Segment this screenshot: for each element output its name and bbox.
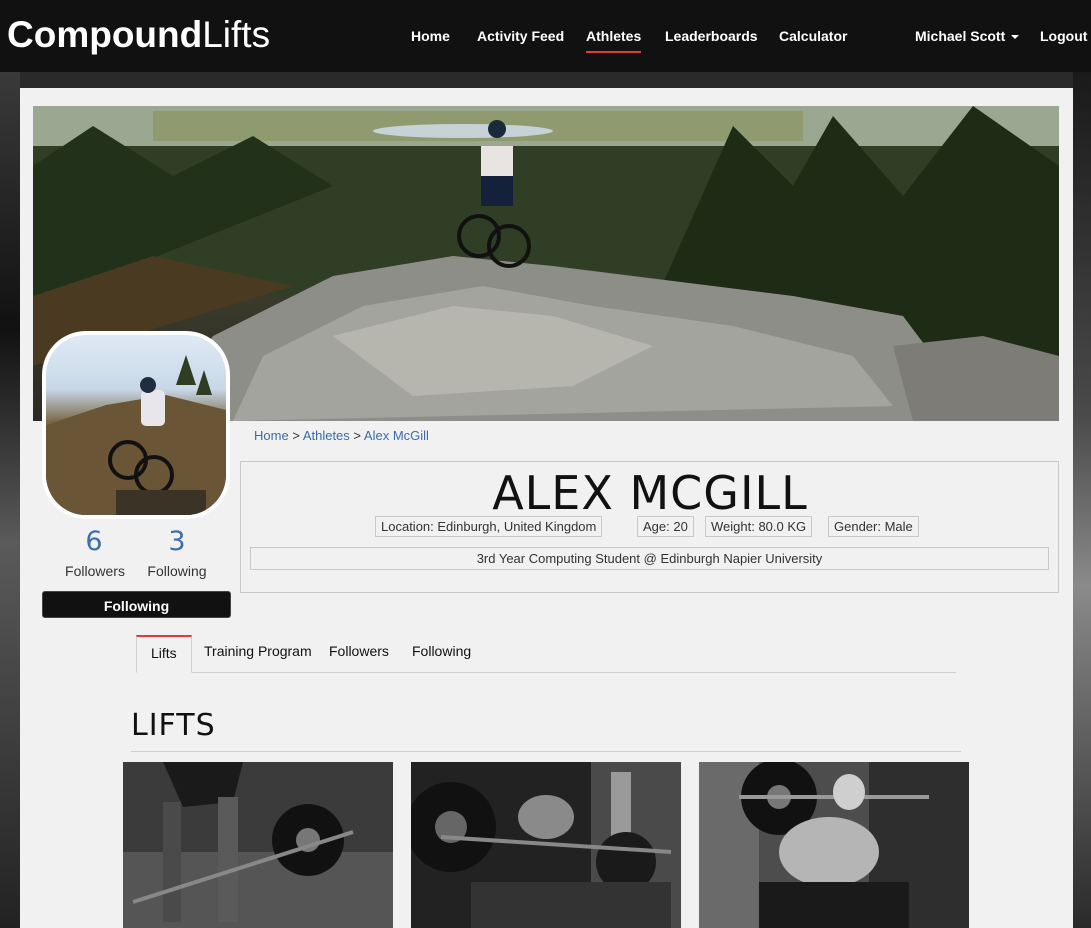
following-count[interactable]: 3 (145, 525, 209, 559)
gender-badge: Gender: Male (828, 516, 919, 537)
logout-link[interactable]: Logout (1040, 26, 1087, 46)
chevron-down-icon (1011, 35, 1020, 40)
lift-card-squat[interactable] (699, 762, 969, 928)
breadcrumb: Home > Athletes > Alex McGill (254, 428, 429, 444)
user-menu[interactable]: Michael Scott (915, 26, 1020, 46)
nav-athletes[interactable]: Athletes (586, 26, 642, 53)
squat-image (699, 762, 969, 928)
brand-logo[interactable]: CompoundLifts (7, 13, 270, 57)
age-badge: Age: 20 (637, 516, 694, 537)
nav-calculator[interactable]: Calculator (779, 26, 847, 46)
breadcrumb-athletes[interactable]: Athletes (303, 428, 350, 443)
lift-card-deadlift[interactable] (123, 762, 393, 928)
brand-logo-bold: Compound (7, 14, 203, 55)
breadcrumb-separator: > (292, 428, 300, 443)
brand-logo-light: Lifts (202, 14, 271, 55)
followers-label: Followers (65, 563, 125, 579)
top-navbar: CompoundLifts Home Activity Feed Athlete… (0, 0, 1091, 72)
user-menu-name: Michael Scott (915, 28, 1006, 44)
bench-press-image (411, 762, 681, 928)
breadcrumb-home[interactable]: Home (254, 428, 289, 443)
lift-card-bench-press[interactable] (411, 762, 681, 928)
nav-leaderboards[interactable]: Leaderboards (665, 26, 758, 46)
tab-following[interactable]: Following (398, 635, 485, 672)
location-badge: Location: Edinburgh, United Kingdom (375, 516, 603, 537)
deadlift-image (123, 762, 393, 928)
profile-tabs: Lifts Training Program Followers Followi… (136, 635, 956, 673)
nav-activity-feed[interactable]: Activity Feed (477, 26, 564, 46)
followers-count[interactable]: 6 (62, 525, 126, 559)
weight-badge: Weight: 80.0 KG (705, 516, 813, 537)
lifts-section-title: LIFTS (131, 708, 216, 743)
tab-followers[interactable]: Followers (315, 635, 403, 672)
breadcrumb-separator: > (353, 428, 362, 443)
following-toggle-button[interactable]: Following (42, 591, 231, 618)
breadcrumb-current[interactable]: Alex McGill (364, 428, 429, 443)
athlete-bio: 3rd Year Computing Student @ Edinburgh N… (250, 547, 1049, 570)
tab-training-program[interactable]: Training Program (190, 635, 326, 672)
nav-home[interactable]: Home (411, 26, 450, 46)
section-divider (131, 751, 961, 752)
athlete-name: ALEX MCGILL (492, 466, 808, 520)
tab-lifts[interactable]: Lifts (136, 635, 192, 673)
following-label: Following (147, 563, 207, 579)
